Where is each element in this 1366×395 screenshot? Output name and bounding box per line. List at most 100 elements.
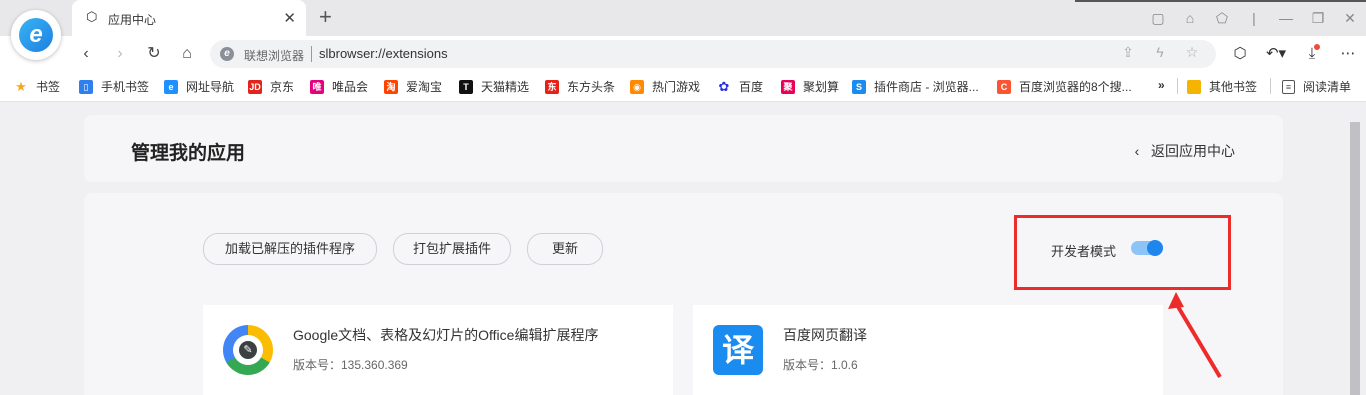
header-card: 管理我的应用 ‹ 返回应用中心 <box>84 115 1283 182</box>
annotation-arrow <box>1168 292 1222 379</box>
bookmark-item[interactable]: ★ 书签 <box>14 78 60 95</box>
extension-version: 版本号：135.360.369 <box>293 358 408 372</box>
extension-version: 版本号：1.0.6 <box>783 358 858 372</box>
update-button[interactable]: 更新 <box>527 233 603 265</box>
browser-e-icon: e <box>19 18 53 52</box>
incognito-icon[interactable]: ⌂ <box>1174 10 1206 26</box>
scrollbar[interactable] <box>1350 122 1360 395</box>
csdn-c-icon: C <box>997 79 1011 94</box>
tab-overview-icon[interactable]: ▢ <box>1142 10 1174 27</box>
extension-card[interactable]: ✎ Google文档、表格及幻灯片的Office编辑扩展程序 版本号：135.3… <box>203 305 673 395</box>
extension-card[interactable]: 译 百度网页翻译 版本号：1.0.6 <box>693 305 1163 395</box>
restore-icon[interactable]: ❐ <box>1302 10 1334 27</box>
download-icon[interactable]: ⤓ <box>1294 42 1330 66</box>
more-icon[interactable]: ⋯ <box>1330 42 1366 66</box>
bookmark-item[interactable]: C 百度浏览器的8个搜... <box>997 78 1132 95</box>
extension-name: Google文档、表格及幻灯片的Office编辑扩展程序 <box>293 327 599 343</box>
extension-name: 百度网页翻译 <box>783 327 867 343</box>
plugin-store-icon: S <box>852 79 866 94</box>
undo-icon[interactable]: ↶▾ <box>1258 42 1294 66</box>
highlight-box <box>1014 215 1231 290</box>
phone-icon: ▯ <box>79 79 93 94</box>
extension-icon: ⬡ <box>86 9 98 24</box>
bookmark-label: 聚划算 <box>803 80 840 94</box>
home-icon[interactable]: ⌂ <box>175 42 199 66</box>
google-docs-editor-icon: ✎ <box>223 325 273 375</box>
bookmark-label: 百度 <box>739 80 764 94</box>
url-text[interactable]: slbrowser://extensions <box>319 46 448 61</box>
bookmark-item[interactable]: 唯唯品会 <box>310 78 368 95</box>
back-to-app-center-link[interactable]: ‹ 返回应用中心 <box>1135 141 1235 161</box>
vip-logo-icon: 唯 <box>310 79 324 94</box>
site-icon: e <box>220 47 234 61</box>
arrow-shaft <box>1175 303 1222 379</box>
bookmark-label: 唯品会 <box>332 80 369 94</box>
bookmark-item[interactable]: 聚聚划算 <box>781 78 839 95</box>
site-name: 联想浏览器 <box>244 49 305 63</box>
bookmark-item[interactable]: ◉ 热门游戏 <box>630 78 700 95</box>
bookmark-item[interactable]: 淘爱淘宝 <box>384 78 442 95</box>
jd-logo-icon: JD <box>248 79 262 94</box>
reading-list-icon: ≡ <box>1282 79 1295 94</box>
bookmark-item[interactable]: ✿ 百度 <box>717 78 763 95</box>
bookmark-item[interactable]: T 天猫精选 <box>459 78 529 95</box>
divider-icon: | <box>1252 10 1256 26</box>
star-icon: ★ <box>15 78 27 94</box>
load-unpacked-button[interactable]: 加载已解压的插件程序 <box>203 233 377 265</box>
game-icon: ◉ <box>630 79 644 94</box>
bookmark-item[interactable]: S 插件商店 - 浏览器... <box>852 78 979 95</box>
bookmark-label: 天猫精选 <box>481 80 530 94</box>
bookmark-item[interactable]: ▯ 手机书签 <box>79 78 149 95</box>
address-bar[interactable]: e 联想浏览器 slbrowser://extensions ⇪ ϟ ☆ <box>210 40 1216 68</box>
right-toolbar: ⬡ ↶▾ ⤓ ⋯ <box>1222 42 1366 66</box>
dftt-logo-icon: 东 <box>545 79 559 94</box>
close-window-icon[interactable]: ✕ <box>1334 10 1366 27</box>
baidu-translate-icon: 译 <box>713 325 763 375</box>
divider <box>311 46 312 62</box>
omnibox-actions: ⇪ ϟ ☆ <box>1112 44 1208 61</box>
bookmark-label: 手机书签 <box>101 80 150 94</box>
folder-icon <box>1187 79 1201 94</box>
bookmark-item[interactable]: 东东方头条 <box>545 78 615 95</box>
divider <box>1270 78 1271 94</box>
extensions-icon[interactable]: ⬡ <box>1222 42 1258 66</box>
reading-list-label: 阅读清单 <box>1303 80 1352 94</box>
new-tab-button[interactable]: + <box>319 4 332 30</box>
bookmark-label: 热门游戏 <box>652 80 701 94</box>
theme-icon[interactable]: ⬠ <box>1206 10 1238 27</box>
back-icon[interactable]: ‹ <box>74 42 98 66</box>
tab-app-center[interactable]: ⬡ 应用中心 ✕ <box>72 0 306 36</box>
chevron-left-icon: ‹ <box>1134 143 1151 159</box>
page-title: 管理我的应用 <box>131 143 246 164</box>
minimize-icon[interactable]: — <box>1270 10 1302 26</box>
close-icon[interactable]: ✕ <box>283 9 296 27</box>
flash-icon[interactable]: ϟ <box>1144 44 1176 61</box>
bookmark-label: 网址导航 <box>186 80 235 94</box>
pack-extension-button[interactable]: 打包扩展插件 <box>393 233 511 265</box>
browser-e-icon: e <box>164 79 178 94</box>
divider <box>1177 78 1178 94</box>
bookmark-label: 书签 <box>36 80 61 94</box>
bookmark-label: 东方头条 <box>567 80 616 94</box>
browser-logo[interactable]: e <box>11 10 61 60</box>
bookmark-label: 京东 <box>270 80 295 94</box>
taobao-logo-icon: 淘 <box>384 79 398 94</box>
bookmark-star-icon[interactable]: ☆ <box>1176 44 1208 61</box>
tab-title: 应用中心 <box>108 13 157 27</box>
share-icon[interactable]: ⇪ <box>1112 44 1144 61</box>
other-bookmarks[interactable]: 其他书签 <box>1187 78 1257 95</box>
bookmarks-overflow-icon[interactable]: » <box>1158 78 1165 92</box>
tmall-logo-icon: T <box>459 79 473 94</box>
reload-icon[interactable]: ↻ <box>142 42 166 66</box>
bookmark-item[interactable]: JD 京东 <box>248 78 294 95</box>
back-label: 返回应用中心 <box>1151 143 1235 159</box>
window-controls: ▢ ⌂ ⬠ | — ❐ ✕ <box>1142 0 1366 36</box>
baidu-paw-icon: ✿ <box>718 78 730 94</box>
reading-list[interactable]: ≡ 阅读清单 <box>1282 78 1351 95</box>
forward-icon[interactable]: › <box>108 42 132 66</box>
bookmark-label: 百度浏览器的8个搜... <box>1019 80 1132 94</box>
bookmark-label: 爱淘宝 <box>406 80 443 94</box>
bookmark-item[interactable]: e 网址导航 <box>164 78 234 95</box>
other-bookmarks-label: 其他书签 <box>1209 80 1258 94</box>
bookmark-label: 插件商店 - 浏览器... <box>874 80 979 94</box>
